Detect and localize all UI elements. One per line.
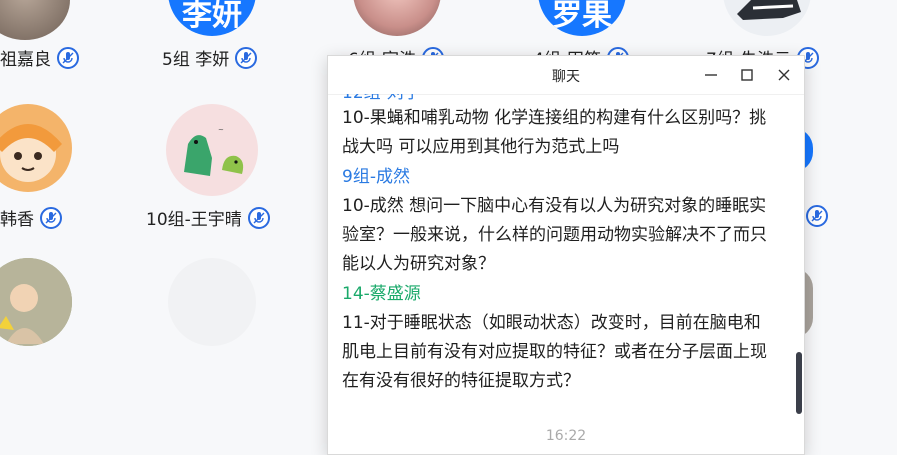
chat-sender-name[interactable]: 9组-成然 <box>342 162 790 192</box>
chat-scrollbar[interactable] <box>796 352 802 414</box>
avatar-initials: 李妍 <box>182 0 242 33</box>
chat-sender-name[interactable]: 14-蔡盛源 <box>342 279 790 309</box>
mic-icon[interactable] <box>57 46 79 69</box>
mic-icon[interactable] <box>235 46 258 69</box>
chat-message-line: 能以人为研究对象？ <box>342 254 495 274</box>
participant-name-row: 韩香 <box>0 205 62 230</box>
participant-name-row: 10组-王宇晴 <box>146 205 270 230</box>
chat-message-line: 肌电上目前有没有对应提取的特征？或者在分子层面上现 <box>342 342 767 362</box>
chat-message-line: 11-对于睡眠状态（如眼动状态）改变时，目前在脑电和 <box>342 313 761 333</box>
mic-icon[interactable] <box>806 205 828 227</box>
chat-message-line: 战大吗 可以应用到其他行为范式上吗 <box>342 137 620 157</box>
avatar[interactable] <box>723 0 811 36</box>
minimize-button[interactable] <box>700 64 722 86</box>
avatar[interactable] <box>353 0 441 36</box>
chat-message-line: 10-果蝇和哺乳动物 化学连接组的构建有什么区别吗？挑 <box>342 108 767 128</box>
close-icon <box>778 69 790 81</box>
chat-message: 11-对于睡眠状态（如眼动状态）改变时，目前在脑电和 肌电上目前有没有对应提取的特… <box>342 309 790 396</box>
chat-titlebar[interactable]: 聊天 <box>328 56 804 95</box>
chat-message-line: 10-成然 想问一下脑中心有没有以人为研究对象的睡眠实 <box>342 196 767 216</box>
participant-name-row: 5组 李妍 <box>162 45 258 70</box>
chat-title: 聊天 <box>552 69 580 85</box>
maximize-button[interactable] <box>736 64 758 86</box>
minimize-icon <box>705 74 717 76</box>
chat-message: 10-果蝇和哺乳动物 化学连接组的构建有什么区别吗？挑 战大吗 可以应用到其他行为… <box>342 104 790 162</box>
avatar[interactable]: 李妍 <box>168 0 256 36</box>
avatar-initials: 罗果 <box>552 0 612 33</box>
avatar[interactable] <box>0 258 72 346</box>
svg-text:~: ~ <box>218 126 224 134</box>
chat-message-line: 验室？一般来说，什么样的问题用动物实验解决不了而只 <box>342 225 767 245</box>
avatar[interactable] <box>0 104 72 192</box>
close-button[interactable] <box>773 64 795 86</box>
chat-window[interactable]: 聊天 12组-刘宁 10-果蝇和哺乳动物 化学连接组的构建有什么区别吗？挑战大吗… <box>327 55 805 455</box>
participant-name: 10组-王宇晴 <box>146 210 242 230</box>
mic-icon[interactable] <box>40 206 62 229</box>
avatar[interactable]: 罗果 <box>538 0 626 36</box>
maximize-icon <box>741 69 753 81</box>
mic-icon[interactable] <box>247 206 270 229</box>
chat-message-list[interactable]: 12组-刘宁 10-果蝇和哺乳动物 化学连接组的构建有什么区别吗？挑战大吗 可以… <box>342 94 790 446</box>
avatar[interactable]: ~ <box>166 104 258 196</box>
participant-name: 5组 李妍 <box>162 50 230 70</box>
participant-name: 韩香 <box>0 210 34 230</box>
participant-name-row <box>806 205 828 227</box>
participant-name-row: 祖嘉良 <box>0 45 79 70</box>
participant-name: 祖嘉良 <box>0 50 51 70</box>
chat-message-cut-sender: 12组-刘宁 <box>342 94 790 104</box>
chat-message-line: 在有没有很好的特征提取方式？ <box>342 371 580 391</box>
chat-timestamp: 16:22 <box>545 428 587 444</box>
chat-message: 10-成然 想问一下脑中心有没有以人为研究对象的睡眠实 验室？一般来说，什么样的问… <box>342 192 790 279</box>
avatar[interactable] <box>168 258 256 346</box>
avatar[interactable] <box>0 0 70 40</box>
